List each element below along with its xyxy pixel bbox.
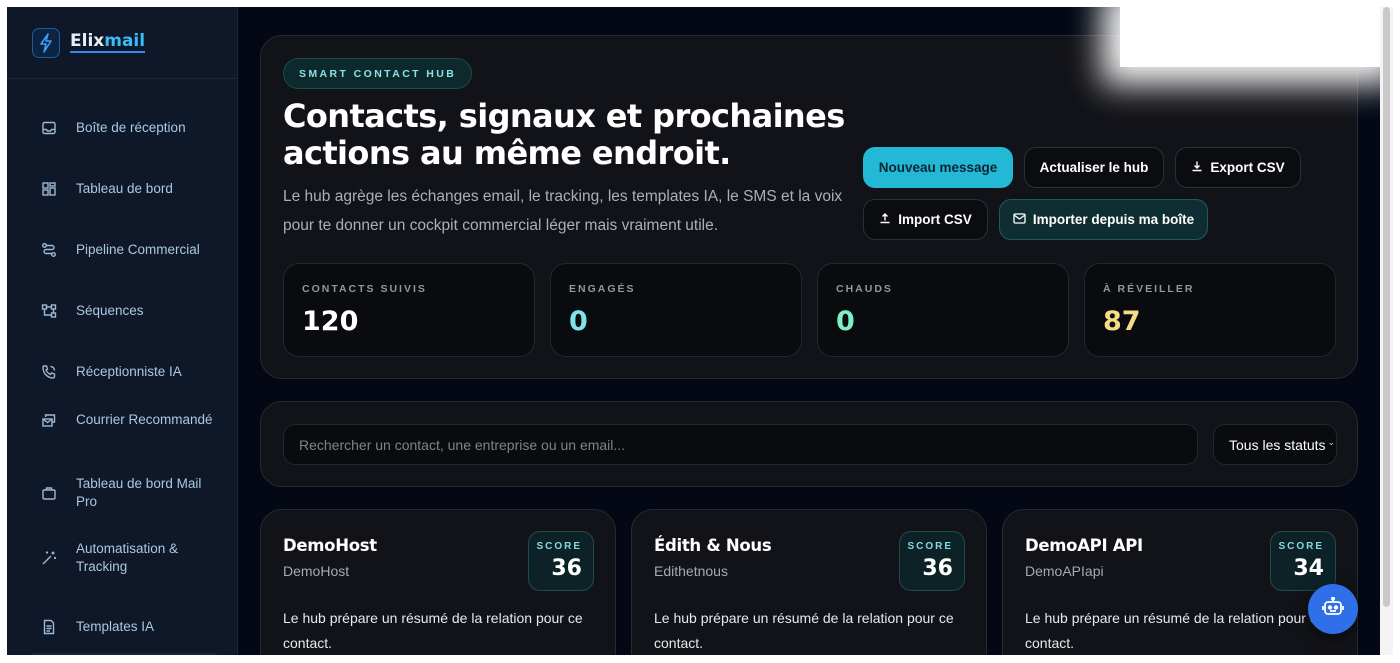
score-label: SCORE	[907, 541, 953, 552]
refresh-hub-label: Actualiser le hub	[1039, 160, 1149, 175]
score-value: 36	[551, 556, 582, 581]
stat-card-engaged: ENGAGÉS 0	[550, 263, 802, 357]
stat-label: CHAUDS	[836, 283, 893, 295]
score-label: SCORE	[536, 541, 582, 552]
sidebar-item-ai-receptionist[interactable]: Réceptionniste IA	[7, 363, 237, 381]
sidebar-item-pipeline[interactable]: Pipeline Commercial	[7, 241, 237, 259]
chevron-down-icon: ⌄	[1327, 437, 1336, 447]
page-title: Contacts, signaux et prochaines actions …	[283, 97, 845, 172]
sidebar-item-label: Tableau de bord	[76, 181, 173, 196]
contact-summary: Le hub prépare un résumé de la relation …	[654, 610, 954, 651]
sidebar-item-registered-mail[interactable]: Courrier Recommandé	[7, 411, 237, 429]
refresh-hub-button[interactable]: Actualiser le hub	[1024, 147, 1164, 188]
contact-name: DemoHost	[283, 536, 377, 555]
hero-panel: SMART CONTACT HUB Contacts, signaux et p…	[260, 35, 1358, 379]
contact-summary: Le hub prépare un résumé de la relation …	[283, 610, 583, 651]
export-csv-label: Export CSV	[1210, 160, 1285, 175]
stat-value: 120	[302, 306, 359, 337]
briefcase-icon	[40, 485, 57, 502]
hero-pill: SMART CONTACT HUB	[283, 58, 473, 89]
stat-label: CONTACTS SUIVIS	[302, 283, 427, 295]
hero-description: Le hub agrège les échanges email, le tra…	[283, 188, 843, 234]
score-value: 34	[1293, 556, 1324, 581]
score-badge: SCORE 36	[528, 531, 594, 591]
dashboard-grid-icon	[40, 181, 57, 198]
magic-wand-icon	[40, 550, 57, 567]
phone-call-icon	[40, 364, 57, 381]
assistant-fab-button[interactable]	[1308, 584, 1358, 634]
import-from-inbox-button[interactable]: Importer depuis ma boîte	[999, 199, 1208, 240]
contact-name: Édith & Nous	[654, 536, 772, 555]
contact-card[interactable]: DemoAPI API DemoAPIapi SCORE 34 Le hub p…	[1002, 509, 1358, 655]
import-csv-button[interactable]: Import CSV	[863, 199, 988, 240]
app-window: Elixmail Boîte de réception Tableau de b…	[7, 7, 1380, 655]
new-message-label: Nouveau message	[878, 160, 998, 175]
new-message-button[interactable]: Nouveau message	[863, 147, 1013, 188]
contact-name: DemoAPI API	[1025, 536, 1143, 555]
sidebar-item-label: Boîte de réception	[76, 120, 186, 135]
import-from-inbox-label: Importer depuis ma boîte	[1032, 212, 1195, 227]
stat-value: 87	[1103, 306, 1141, 337]
sidebar-item-sequences[interactable]: Séquences	[7, 302, 237, 320]
document-icon	[40, 619, 57, 636]
sidebar-item-automation[interactable]: Automatisation & Tracking	[7, 540, 237, 576]
score-label: SCORE	[1278, 541, 1324, 552]
export-csv-button[interactable]: Export CSV	[1175, 147, 1301, 188]
contact-company: DemoHost	[283, 563, 350, 579]
mail-icon	[1013, 212, 1026, 227]
score-badge: SCORE 36	[899, 531, 965, 591]
sidebar-item-label: Automatisation & Tracking	[76, 541, 179, 574]
stat-card-hot: CHAUDS 0	[817, 263, 1069, 357]
sidebar-item-label: Séquences	[76, 303, 144, 318]
search-panel: Tous les statuts⌄	[260, 401, 1358, 487]
mail-stack-icon	[40, 412, 57, 429]
sidebar-item-label: Pipeline Commercial	[76, 242, 200, 257]
stat-card-contacts: CONTACTS SUIVIS 120	[283, 263, 535, 357]
robot-icon	[1322, 595, 1344, 622]
contact-company: DemoAPIapi	[1025, 563, 1104, 579]
stat-value: 0	[569, 306, 588, 337]
upload-icon	[879, 212, 891, 227]
stat-label: À RÉVEILLER	[1103, 283, 1195, 295]
import-csv-label: Import CSV	[898, 212, 972, 227]
search-input[interactable]	[283, 424, 1198, 465]
status-filter-value: Tous les statuts	[1229, 436, 1326, 453]
contact-card[interactable]: Édith & Nous Edithetnous SCORE 36 Le hub…	[631, 509, 987, 655]
contact-summary: Le hub prépare un résumé de la relation …	[1025, 610, 1325, 651]
contact-card[interactable]: DemoHost DemoHost SCORE 36 Le hub prépar…	[260, 509, 616, 655]
stat-label: ENGAGÉS	[569, 283, 636, 295]
route-icon	[40, 242, 57, 259]
sidebar-item-ai-templates[interactable]: Templates IA	[7, 618, 237, 636]
page-scrollbar[interactable]	[1380, 7, 1393, 655]
lightning-icon	[32, 27, 60, 58]
sidebar-item-mail-pro-dashboard[interactable]: Tableau de bord Mail Pro	[7, 475, 237, 511]
sidebar-item-label: Tableau de bord Mail Pro	[76, 476, 202, 509]
workflow-icon	[40, 303, 57, 320]
contact-company: Edithetnous	[654, 563, 728, 579]
stat-value: 0	[836, 306, 855, 337]
inbox-icon	[40, 120, 57, 137]
status-filter-select[interactable]: Tous les statuts ⌄	[1213, 424, 1337, 465]
brand-name: Elixmail	[70, 31, 146, 53]
stat-card-to-wake-up: À RÉVEILLER 87	[1084, 263, 1336, 357]
scrollbar-thumb[interactable]	[1383, 7, 1390, 607]
sidebar-item-label: Templates IA	[76, 619, 155, 634]
score-value: 36	[922, 556, 953, 581]
download-icon	[1191, 160, 1203, 175]
sidebar: Elixmail Boîte de réception Tableau de b…	[7, 7, 238, 655]
score-badge: SCORE 34	[1270, 531, 1336, 591]
window-overlay	[1120, 7, 1380, 67]
sidebar-item-label: Courrier Recommandé	[76, 412, 213, 427]
sidebar-item-dashboard[interactable]: Tableau de bord	[7, 180, 237, 198]
brand[interactable]: Elixmail	[7, 7, 237, 79]
window-bottom-edge	[0, 655, 1400, 663]
sidebar-item-label: Réceptionniste IA	[76, 364, 182, 379]
sidebar-item-inbox[interactable]: Boîte de réception	[7, 119, 237, 137]
